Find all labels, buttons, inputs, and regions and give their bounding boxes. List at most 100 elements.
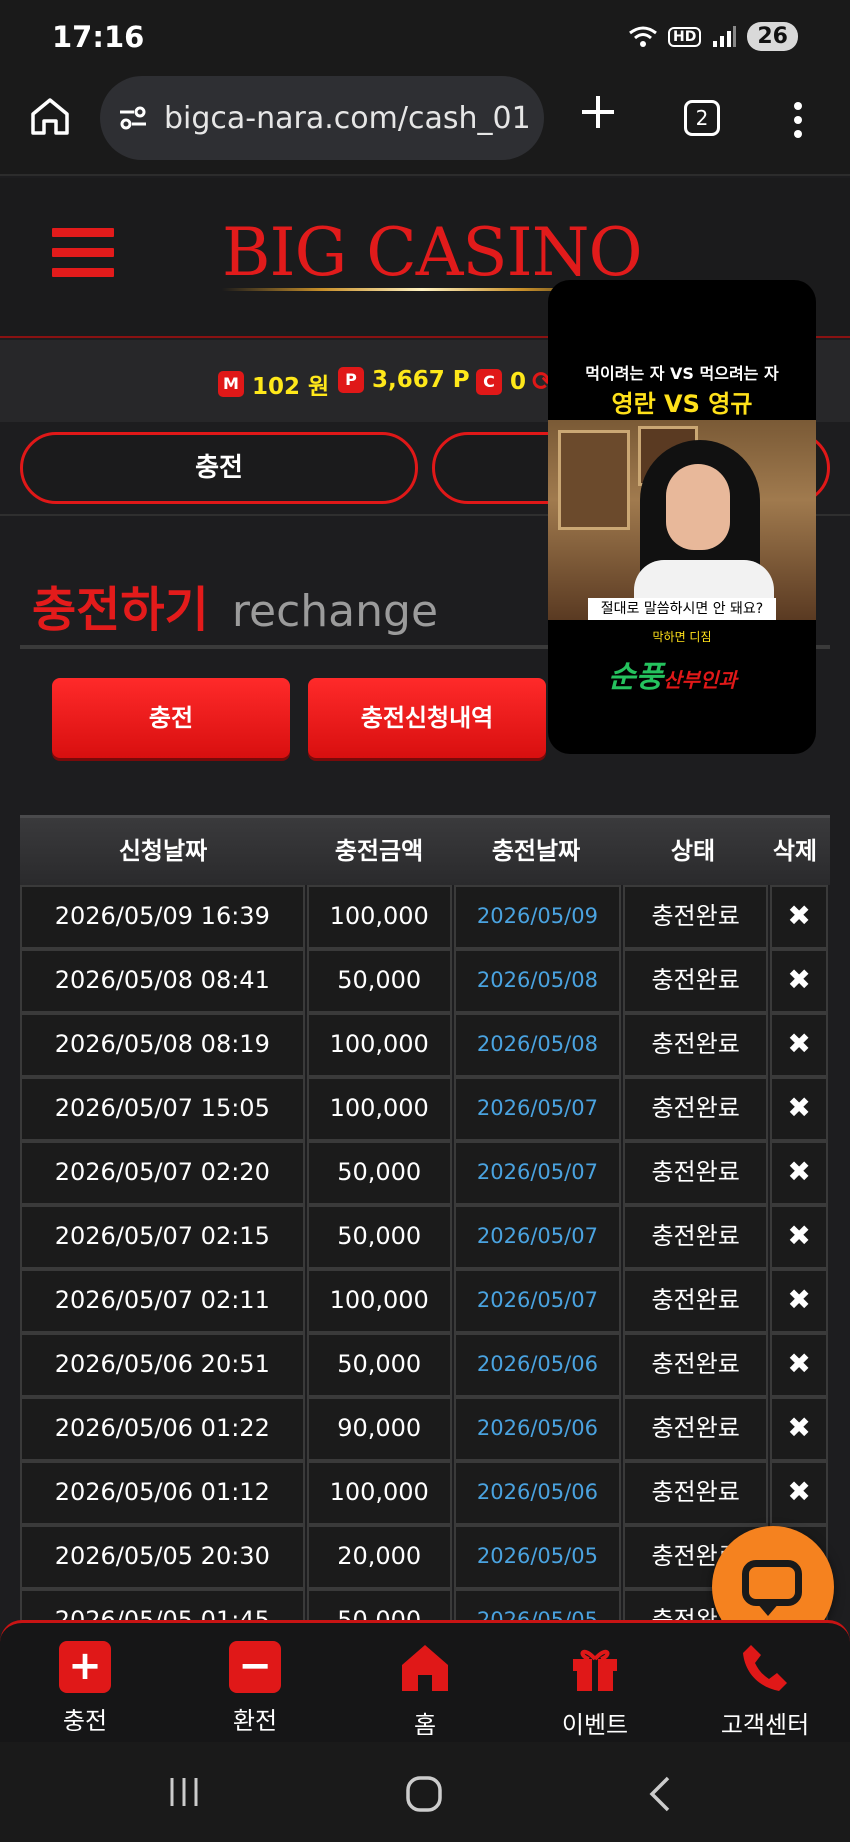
page-title-korean: 충전하기 [32,582,209,638]
status-cell: 충전완료 [623,1013,769,1077]
delete-icon[interactable]: ✖ [770,1333,828,1397]
charge-date-cell: 2026/05/05 [453,1525,621,1589]
video-brand-logo: 순풍산부인과 [608,660,737,695]
col-delete: 삭제 [772,837,818,865]
nav-charge[interactable]: + 충전 [10,1641,160,1736]
wifi-icon [629,26,657,47]
tab-switcher-button[interactable]: 2 [684,100,720,136]
charge-history-table: 신청날짜 충전금액 충전날짜 상태 삭제 2026/05/09 16:39 100… [20,815,830,1653]
table-row: 2026/05/07 02:15 50,000 2026/05/07 충전완료 ✖ [20,1205,830,1269]
request-date-cell: 2026/05/05 20:30 [20,1525,305,1589]
charge-date-cell: 2026/05/09 [453,885,621,949]
status-cell: 충전완료 [623,949,769,1013]
charge-date-cell: 2026/05/08 [453,1013,621,1077]
delete-icon[interactable]: ✖ [770,885,828,949]
request-date-cell: 2026/05/07 02:11 [20,1269,305,1333]
coin-value: 0 [510,369,527,395]
charge-button[interactable]: 충전 [52,678,290,758]
home-button-icon[interactable] [404,1774,444,1814]
table-row: 2026/05/09 16:39 100,000 2026/05/09 충전완료 ✖ [20,885,830,949]
money-value: 102 원 [252,374,330,400]
table-row: 2026/05/07 02:11 100,000 2026/05/07 충전완료 ✖ [20,1269,830,1333]
video-frame [548,420,816,620]
col-request-date: 신청날짜 [118,837,208,865]
plus-square-icon: + [59,1641,111,1693]
page-title: 충전하기 rechange [32,570,438,640]
nav-home-label: 홈 [413,1711,437,1739]
status-icons: HD 26 [628,22,798,51]
nav-event[interactable]: 이벤트 [520,1641,670,1740]
status-cell: 충전완료 [623,1397,769,1461]
delete-icon[interactable]: ✖ [770,1013,828,1077]
amount-cell: 100,000 [306,1013,452,1077]
request-date-cell: 2026/05/09 16:39 [20,885,305,949]
status-cell: 충전완료 [623,1461,769,1525]
browser-toolbar: bigca-nara.com/cash_01 2 [0,70,850,176]
charge-date-cell: 2026/05/07 [453,1077,621,1141]
delete-icon[interactable]: ✖ [770,1397,828,1461]
point-value: 3,667 P [372,367,470,393]
video-overlay[interactable]: 먹이려는 자 VS 먹으려는 자 영란 VS 영규 절대로 말씀하시면 안 돼요… [548,280,816,754]
nav-support-label: 고객센터 [720,1711,810,1739]
table-row: 2026/05/08 08:19 100,000 2026/05/08 충전완료 ✖ [20,1013,830,1077]
table-body: 2026/05/09 16:39 100,000 2026/05/09 충전완료 ✖ 20… [20,885,830,1653]
request-date-cell: 2026/05/08 08:19 [20,1013,305,1077]
minus-square-icon: − [229,1641,281,1693]
video-subtitle: 절대로 말씀하시면 안 돼요? [588,598,776,620]
charge-date-cell: 2026/05/08 [453,949,621,1013]
col-amount: 충전금액 [334,837,424,865]
amount-cell: 50,000 [306,1141,452,1205]
recent-apps-icon[interactable] [166,1774,202,1810]
chat-bubble-icon [742,1560,802,1606]
nav-support[interactable]: 고객센터 [690,1641,840,1740]
request-date-cell: 2026/05/06 20:51 [20,1333,305,1397]
page-title-english: rechange [231,586,439,637]
table-row: 2026/05/06 20:51 50,000 2026/05/06 충전완료 ✖ [20,1333,830,1397]
bottom-nav: + 충전 − 환전 홈 이벤트 고객센터 [0,1620,850,1742]
delete-icon[interactable]: ✖ [770,1077,828,1141]
hamburger-menu-icon[interactable] [52,228,114,288]
new-tab-button[interactable] [578,90,618,140]
delete-icon[interactable]: ✖ [770,1205,828,1269]
nav-exchange-label: 환전 [232,1707,278,1735]
address-bar[interactable]: bigca-nara.com/cash_01 [100,76,544,160]
home-icon[interactable] [28,94,72,138]
android-nav-bar [0,1742,850,1842]
charge-date-cell: 2026/05/07 [453,1141,621,1205]
status-bar: 17:16 HD 26 [0,0,850,70]
coin-tag-icon: C [476,369,502,395]
amount-cell: 100,000 [306,1461,452,1525]
coin-balance: C 0 ⟳ [476,367,554,397]
delete-icon[interactable]: ✖ [770,1269,828,1333]
signal-icon [713,25,737,47]
phone-icon [743,1645,787,1691]
video-subheadline: 영란 VS 영규 [611,390,753,418]
table-row: 2026/05/05 20:3020,0002026/05/05충전완료✖ [20,1525,830,1589]
plus-icon [582,96,614,128]
nav-exchange[interactable]: − 환전 [180,1641,330,1736]
tab-charge[interactable]: 충전 [20,432,418,504]
video-headline: 먹이려는 자 VS 먹으려는 자 [585,364,779,383]
charge-date-cell: 2026/05/06 [453,1397,621,1461]
status-cell: 충전완료 [623,1077,769,1141]
clock: 17:16 [52,20,145,54]
charge-history-button[interactable]: 충전신청내역 [308,678,546,758]
site-settings-icon[interactable] [118,105,148,131]
table-row: 2026/05/06 01:22 90,000 2026/05/06 충전완료 ✖ [20,1397,830,1461]
status-cell: 충전완료 [623,1205,769,1269]
charge-date-cell: 2026/05/06 [453,1461,621,1525]
delete-icon[interactable]: ✖ [770,1461,828,1525]
gift-icon [573,1649,617,1691]
back-icon[interactable] [646,1774,676,1814]
battery-indicator: 26 [747,22,798,51]
nav-home[interactable]: 홈 [350,1641,500,1740]
amount-cell: 100,000 [306,1269,452,1333]
delete-icon[interactable]: ✖ [770,949,828,1013]
charge-date-cell: 2026/05/07 [453,1269,621,1333]
table-row: 2026/05/07 15:05 100,000 2026/05/07 충전완료 ✖ [20,1077,830,1141]
delete-icon[interactable]: ✖ [770,1141,828,1205]
amount-cell: 50,000 [306,1333,452,1397]
url-text: bigca-nara.com/cash_01 [164,100,531,136]
more-menu-icon[interactable] [792,98,804,144]
point-tag-icon: P [338,367,364,393]
